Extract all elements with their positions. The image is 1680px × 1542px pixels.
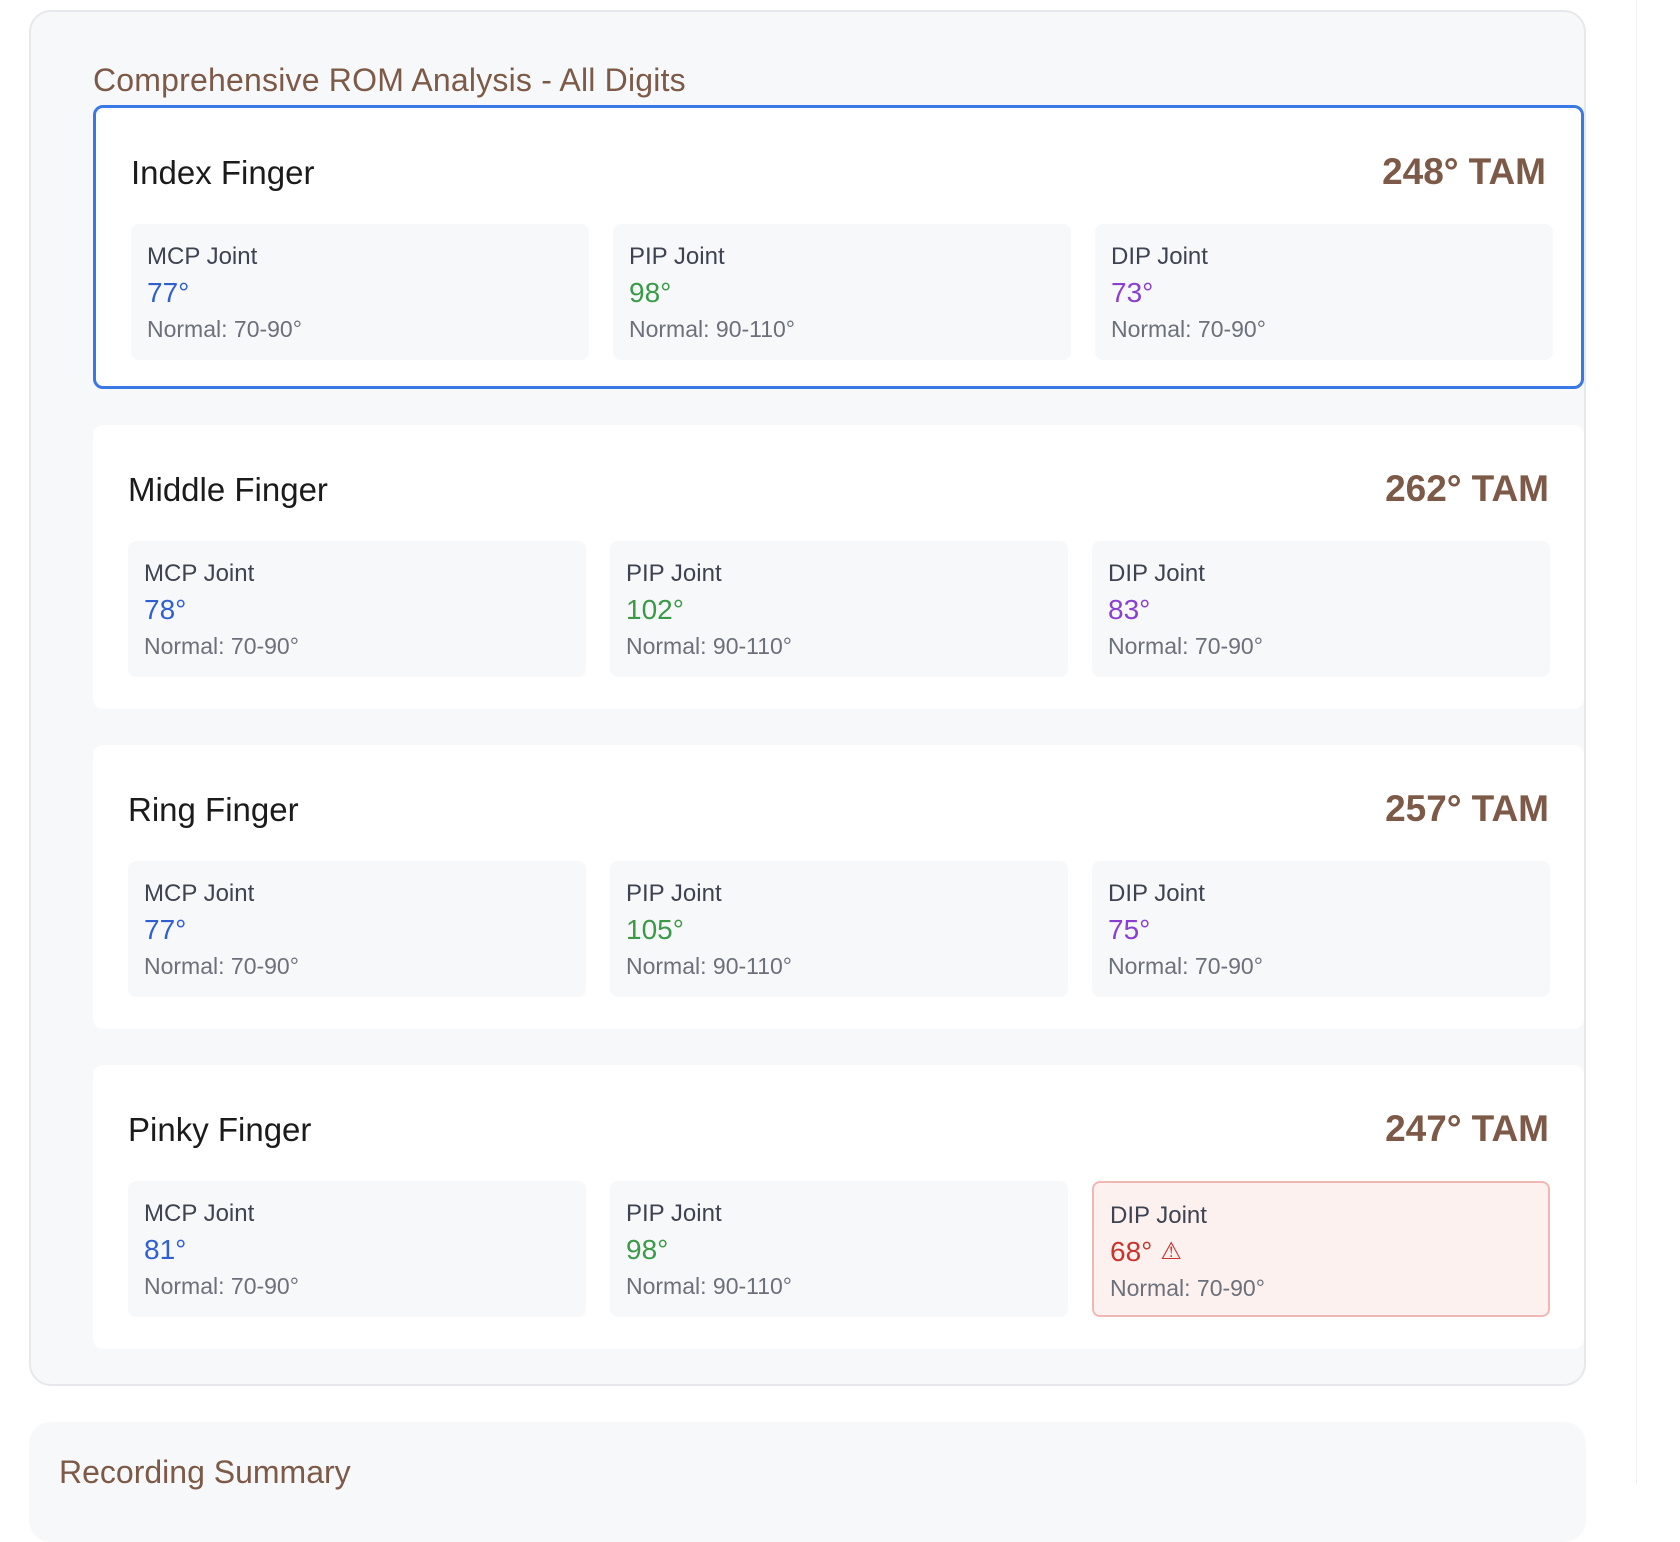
- joint-normal-range: Normal: 70-90°: [1108, 633, 1263, 659]
- joint-value: 102°: [626, 594, 684, 625]
- tam-unit: TAM: [1468, 151, 1546, 192]
- tam-value: 257°: [1385, 788, 1462, 829]
- joint-normal-range: Normal: 90-110°: [629, 316, 796, 342]
- joint-label: MCP Joint: [144, 880, 255, 907]
- joint-normal-range: Normal: 70-90°: [144, 633, 299, 659]
- joint-normal-range: Normal: 90-110°: [626, 633, 793, 659]
- summary-title: Recording Summary: [59, 1454, 351, 1490]
- joint-label: PIP Joint: [629, 243, 725, 270]
- joint-value: 83°: [1108, 594, 1151, 625]
- finger-name: Index Finger: [131, 154, 315, 191]
- joint-label: PIP Joint: [626, 880, 722, 907]
- joint-value: 73°: [1111, 277, 1154, 308]
- tam-value: 248°: [1382, 151, 1459, 192]
- joint-card-pip[interactable]: PIP Joint 102° Normal: 90-110°: [610, 541, 1068, 677]
- joint-value: 98°: [626, 1234, 669, 1265]
- tam-total: 248° TAM: [1382, 151, 1546, 193]
- tam-total: 247° TAM: [1385, 1108, 1549, 1150]
- joint-normal-range: Normal: 70-90°: [1111, 316, 1266, 342]
- joint-value: 68° ⚠: [1110, 1233, 1532, 1271]
- joint-value: 81°: [144, 1234, 187, 1265]
- tam-total: 262° TAM: [1385, 468, 1549, 510]
- joint-card-dip-alert[interactable]: DIP Joint 68° ⚠ Normal: 70-90°: [1092, 1181, 1550, 1317]
- joint-label: DIP Joint: [1108, 880, 1205, 907]
- tam-unit: TAM: [1471, 468, 1549, 509]
- joint-card-dip[interactable]: DIP Joint 83° Normal: 70-90°: [1092, 541, 1550, 677]
- joint-normal-range: Normal: 70-90°: [147, 316, 302, 342]
- tam-value: 262°: [1385, 468, 1462, 509]
- joint-value: 77°: [144, 914, 187, 945]
- finger-card-index[interactable]: Index Finger 248° TAM MCP Joint 77° Norma…: [93, 105, 1584, 389]
- recording-summary-panel: Recording Summary: [29, 1422, 1586, 1542]
- joint-value: 77°: [147, 277, 190, 308]
- joint-normal-range: Normal: 90-110°: [626, 1273, 793, 1299]
- joint-value-text: 68°: [1110, 1236, 1153, 1267]
- joint-card-dip[interactable]: DIP Joint 75° Normal: 70-90°: [1092, 861, 1550, 997]
- page-divider: [1636, 0, 1637, 1484]
- joint-card-dip[interactable]: DIP Joint 73° Normal: 70-90°: [1095, 224, 1553, 360]
- joint-normal-range: Normal: 70-90°: [144, 953, 299, 979]
- joint-normal-range: Normal: 90-110°: [626, 953, 793, 979]
- finger-name: Middle Finger: [128, 471, 328, 508]
- joint-card-mcp[interactable]: MCP Joint 81° Normal: 70-90°: [128, 1181, 586, 1317]
- joint-value: 78°: [144, 594, 187, 625]
- finger-name: Pinky Finger: [128, 1111, 312, 1148]
- joint-value: 75°: [1108, 914, 1151, 945]
- warning-icon: ⚠: [1160, 1238, 1182, 1265]
- joint-card-pip[interactable]: PIP Joint 98° Normal: 90-110°: [613, 224, 1071, 360]
- rom-analysis-panel: Comprehensive ROM Analysis - All Digits …: [29, 10, 1586, 1386]
- joint-card-pip[interactable]: PIP Joint 105° Normal: 90-110°: [610, 861, 1068, 997]
- finger-card-pinky[interactable]: Pinky Finger 247° TAM MCP Joint 81° Norma…: [93, 1065, 1584, 1349]
- joint-value: 98°: [629, 277, 672, 308]
- joint-label: PIP Joint: [626, 1200, 722, 1227]
- joint-label: DIP Joint: [1111, 243, 1208, 270]
- panel-title: Comprehensive ROM Analysis - All Digits: [93, 62, 686, 98]
- joint-label: MCP Joint: [147, 243, 258, 270]
- joint-label: MCP Joint: [144, 560, 255, 587]
- joint-card-mcp[interactable]: MCP Joint 78° Normal: 70-90°: [128, 541, 586, 677]
- joint-label: PIP Joint: [626, 560, 722, 587]
- finger-card-middle[interactable]: Middle Finger 262° TAM MCP Joint 78° Norm…: [93, 425, 1584, 709]
- joint-normal-range: Normal: 70-90°: [144, 1273, 299, 1299]
- finger-name: Ring Finger: [128, 791, 299, 828]
- joint-label: DIP Joint: [1108, 560, 1205, 587]
- tam-unit: TAM: [1471, 1108, 1549, 1149]
- joint-value: 105°: [626, 914, 684, 945]
- joint-card-mcp[interactable]: MCP Joint 77° Normal: 70-90°: [131, 224, 589, 360]
- joint-normal-range: Normal: 70-90°: [1110, 1275, 1265, 1301]
- tam-unit: TAM: [1471, 788, 1549, 829]
- joint-normal-range: Normal: 70-90°: [1108, 953, 1263, 979]
- joint-label: DIP Joint: [1110, 1202, 1207, 1229]
- joint-card-pip[interactable]: PIP Joint 98° Normal: 90-110°: [610, 1181, 1068, 1317]
- tam-total: 257° TAM: [1385, 788, 1549, 830]
- joint-card-mcp[interactable]: MCP Joint 77° Normal: 70-90°: [128, 861, 586, 997]
- finger-card-ring[interactable]: Ring Finger 257° TAM MCP Joint 77° Normal…: [93, 745, 1584, 1029]
- tam-value: 247°: [1385, 1108, 1462, 1149]
- joint-label: MCP Joint: [144, 1200, 255, 1227]
